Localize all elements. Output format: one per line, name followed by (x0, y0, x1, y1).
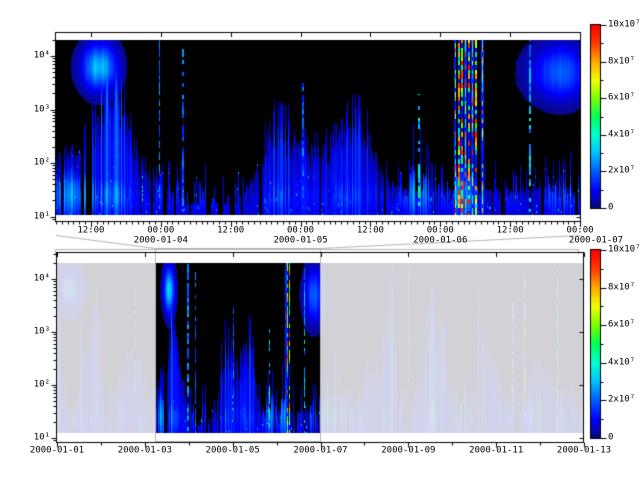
top-x-tick-label: 12:00 (217, 227, 244, 236)
bottom-x-tick-label: 2000-01-01 (30, 447, 84, 456)
spectrogram-figure: 12:0000:002000-01-0412:0000:002000-01-05… (0, 0, 640, 480)
top-colorbar-label: 0 (608, 204, 613, 213)
bottom-x-tick-label: 2000-01-07 (293, 447, 347, 456)
top-x-date-label: 2000-01-05 (273, 237, 327, 246)
bottom-x-tick-label: 2000-01-11 (469, 447, 523, 456)
top-colorbar-label: 8x10⁷ (608, 57, 635, 66)
top-colorbar (590, 24, 602, 209)
top-colorbar-label: 6x10⁷ (608, 94, 635, 103)
top-colorbar-label: 2x10⁷ (608, 167, 635, 176)
top-x-tick-label: 12:00 (497, 227, 524, 236)
bottom-x-tick-label: 2000-01-03 (118, 447, 172, 456)
bottom-colorbar-label: 2x10⁷ (608, 396, 635, 405)
top-y-tick-label: 10⁴ (34, 52, 50, 61)
bottom-x-tick-label: 2000-01-13 (557, 447, 611, 456)
top-x-tick-label: 12:00 (357, 227, 384, 236)
bottom-y-tick-label: 10³ (34, 328, 50, 337)
top-x-tick-label: 00:00 (287, 227, 314, 236)
top-x-tick-label: 00:00 (427, 227, 454, 236)
bottom-y-tick-label: 10⁴ (34, 275, 50, 284)
bottom-colorbar-label: 6x10⁷ (608, 321, 635, 330)
bottom-colorbar-label: 4x10⁷ (608, 358, 635, 367)
top-x-date-label: 2000-01-04 (134, 237, 188, 246)
bottom-colorbar-label: 8x10⁷ (608, 283, 635, 292)
top-panel-plot-area[interactable] (55, 32, 581, 222)
top-y-tick-label: 10¹ (34, 212, 50, 221)
top-x-tick-label: 00:00 (566, 227, 593, 236)
bottom-colorbar (590, 249, 602, 439)
bottom-x-tick-label: 2000-01-05 (206, 447, 260, 456)
top-x-tick-label: 00:00 (147, 227, 174, 236)
top-y-tick-label: 10³ (34, 105, 50, 114)
top-x-date-label: 2000-01-06 (413, 237, 467, 246)
selection-region[interactable] (155, 248, 321, 442)
top-colorbar-label: 4x10⁷ (608, 130, 635, 139)
bottom-y-tick-label: 10² (34, 381, 50, 390)
bottom-colorbar-label: 0 (608, 434, 613, 443)
bottom-colorbar-label: 10x10⁷ (608, 246, 640, 255)
top-colorbar-label: 10x10⁷ (608, 21, 640, 30)
top-x-tick-label: 12:00 (77, 227, 104, 236)
bottom-x-tick-label: 2000-01-09 (381, 447, 435, 456)
bottom-y-tick-label: 10¹ (34, 434, 50, 443)
top-y-tick-label: 10² (34, 159, 50, 168)
